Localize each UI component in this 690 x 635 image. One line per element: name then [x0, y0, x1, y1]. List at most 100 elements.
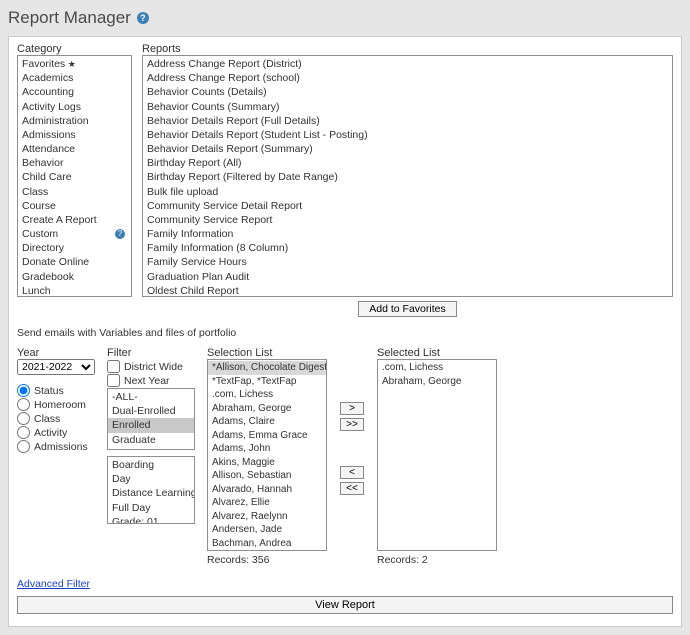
- check-district-wide-input[interactable]: [107, 360, 120, 373]
- filter-status-item[interactable]: Inactive: [108, 447, 194, 450]
- report-item[interactable]: Behavior Details Report (Summary): [143, 142, 672, 156]
- report-item[interactable]: Community Service Report: [143, 213, 672, 227]
- filter-grade-item[interactable]: Full Day: [108, 501, 194, 515]
- add-to-favorites-button[interactable]: Add to Favorites: [358, 301, 456, 317]
- selection-item[interactable]: Alvarez, Ellie: [208, 496, 326, 510]
- check-district-wide[interactable]: District Wide: [107, 360, 197, 373]
- category-item[interactable]: Child Care: [18, 170, 131, 184]
- report-item[interactable]: Behavior Counts (Details): [143, 85, 672, 99]
- category-item[interactable]: Class: [18, 185, 131, 199]
- report-item[interactable]: Oldest Child Report: [143, 284, 672, 297]
- selection-item[interactable]: *Allison, Chocolate Digestive: [208, 361, 326, 375]
- selection-item[interactable]: Akins, Maggie: [208, 456, 326, 470]
- category-item[interactable]: Custom?: [18, 227, 131, 241]
- filter-grade-item[interactable]: Distance Learning: [108, 486, 194, 500]
- radio-status-input[interactable]: [17, 384, 30, 397]
- filter-status-item[interactable]: Graduate: [108, 433, 194, 447]
- radio-class[interactable]: Class: [17, 412, 97, 425]
- move-all-right-button[interactable]: >>: [340, 418, 364, 431]
- info-icon[interactable]: ?: [115, 229, 125, 239]
- filter-status-item[interactable]: Dual-Enrolled: [108, 404, 194, 418]
- selected-item[interactable]: Abraham, George: [378, 375, 496, 389]
- move-right-button[interactable]: >: [340, 402, 364, 415]
- year-label: Year: [17, 347, 97, 359]
- radio-activity-input[interactable]: [17, 426, 30, 439]
- check-next-year[interactable]: Next Year: [107, 374, 197, 387]
- report-item[interactable]: Birthday Report (All): [143, 156, 672, 170]
- selection-item[interactable]: Alvarez, Raelynn: [208, 510, 326, 524]
- move-left-button[interactable]: <: [340, 466, 364, 479]
- selected-report-subtitle: Send emails with Variables and files of …: [17, 327, 673, 339]
- category-item[interactable]: Favorites: [18, 57, 131, 71]
- radio-homeroom[interactable]: Homeroom: [17, 398, 97, 411]
- category-item[interactable]: Directory: [18, 241, 131, 255]
- category-item[interactable]: Admissions: [18, 128, 131, 142]
- selected-records: Records: 2: [377, 554, 497, 566]
- selection-item[interactable]: Adams, Emma Grace: [208, 429, 326, 443]
- selection-item[interactable]: Alvarado, Hannah: [208, 483, 326, 497]
- filter-label: Filter: [107, 347, 197, 359]
- category-item[interactable]: Behavior: [18, 156, 131, 170]
- filter-status-item[interactable]: -ALL-: [108, 390, 194, 404]
- category-item[interactable]: Course: [18, 199, 131, 213]
- selection-item[interactable]: Allison, Sebastian: [208, 469, 326, 483]
- move-all-left-button[interactable]: <<: [340, 482, 364, 495]
- category-label: Category: [17, 43, 132, 55]
- selection-item[interactable]: Adams, John: [208, 442, 326, 456]
- category-listbox[interactable]: FavoritesAcademicsAccountingActivity Log…: [17, 55, 132, 297]
- selected-listbox[interactable]: .com, LichessAbraham, George: [377, 359, 497, 551]
- report-item[interactable]: Address Change Report (District): [143, 57, 672, 71]
- report-item[interactable]: Family Information: [143, 227, 672, 241]
- category-item[interactable]: Lunch: [18, 284, 131, 297]
- radio-admissions-input[interactable]: [17, 440, 30, 453]
- report-item[interactable]: Behavior Details Report (Student List - …: [143, 128, 672, 142]
- main-panel: Category FavoritesAcademicsAccountingAct…: [8, 36, 682, 627]
- year-select[interactable]: 2021-2022: [17, 359, 95, 375]
- radio-status[interactable]: Status: [17, 384, 97, 397]
- category-item[interactable]: Create A Report: [18, 213, 131, 227]
- category-item[interactable]: Administration: [18, 114, 131, 128]
- page-title: Report Manager ?: [8, 8, 682, 28]
- category-item[interactable]: Activity Logs: [18, 100, 131, 114]
- filter-grade-item[interactable]: Boarding: [108, 458, 194, 472]
- category-item[interactable]: Gradebook: [18, 270, 131, 284]
- reports-listbox[interactable]: Address Change Report (District)Address …: [142, 55, 673, 297]
- report-item[interactable]: Bulk file upload: [143, 185, 672, 199]
- report-item[interactable]: Family Service Hours: [143, 255, 672, 269]
- filter-grade-item[interactable]: Grade: 01: [108, 515, 194, 524]
- selection-item[interactable]: Andersen, Jade: [208, 523, 326, 537]
- filter-status-item[interactable]: Enrolled: [108, 418, 194, 432]
- filter-grade-item[interactable]: Day: [108, 472, 194, 486]
- radio-admissions[interactable]: Admissions: [17, 440, 97, 453]
- selection-listbox[interactable]: *Allison, Chocolate Digestive*TextFap, *…: [207, 359, 327, 551]
- selection-item[interactable]: *TextFap, *TextFap: [208, 375, 326, 389]
- page-title-text: Report Manager: [8, 8, 131, 28]
- report-item[interactable]: Community Service Detail Report: [143, 199, 672, 213]
- category-item[interactable]: Academics: [18, 71, 131, 85]
- filter-status-listbox[interactable]: -ALL-Dual-EnrolledEnrolledGraduateInacti…: [107, 388, 195, 450]
- radio-class-input[interactable]: [17, 412, 30, 425]
- radio-homeroom-input[interactable]: [17, 398, 30, 411]
- selection-item[interactable]: Bachman, Andrea: [208, 537, 326, 551]
- report-item[interactable]: Behavior Details Report (Full Details): [143, 114, 672, 128]
- report-item[interactable]: Behavior Counts (Summary): [143, 100, 672, 114]
- selection-item[interactable]: .com, Lichess: [208, 388, 326, 402]
- report-item[interactable]: Birthday Report (Filtered by Date Range): [143, 170, 672, 184]
- help-icon[interactable]: ?: [137, 12, 149, 24]
- category-item[interactable]: Attendance: [18, 142, 131, 156]
- selection-item[interactable]: Bachman, Kayla: [208, 550, 326, 551]
- reports-label: Reports: [142, 43, 673, 55]
- report-item[interactable]: Family Information (8 Column): [143, 241, 672, 255]
- radio-activity[interactable]: Activity: [17, 426, 97, 439]
- selection-item[interactable]: Abraham, George: [208, 402, 326, 416]
- category-item[interactable]: Donate Online: [18, 255, 131, 269]
- check-next-year-input[interactable]: [107, 374, 120, 387]
- advanced-filter-link[interactable]: Advanced Filter: [17, 578, 90, 590]
- view-report-button[interactable]: View Report: [17, 596, 673, 614]
- report-item[interactable]: Graduation Plan Audit: [143, 270, 672, 284]
- report-item[interactable]: Address Change Report (school): [143, 71, 672, 85]
- category-item[interactable]: Accounting: [18, 85, 131, 99]
- selected-item[interactable]: .com, Lichess: [378, 361, 496, 375]
- selection-item[interactable]: Adams, Claire: [208, 415, 326, 429]
- filter-grade-listbox[interactable]: BoardingDayDistance LearningFull DayGrad…: [107, 456, 195, 524]
